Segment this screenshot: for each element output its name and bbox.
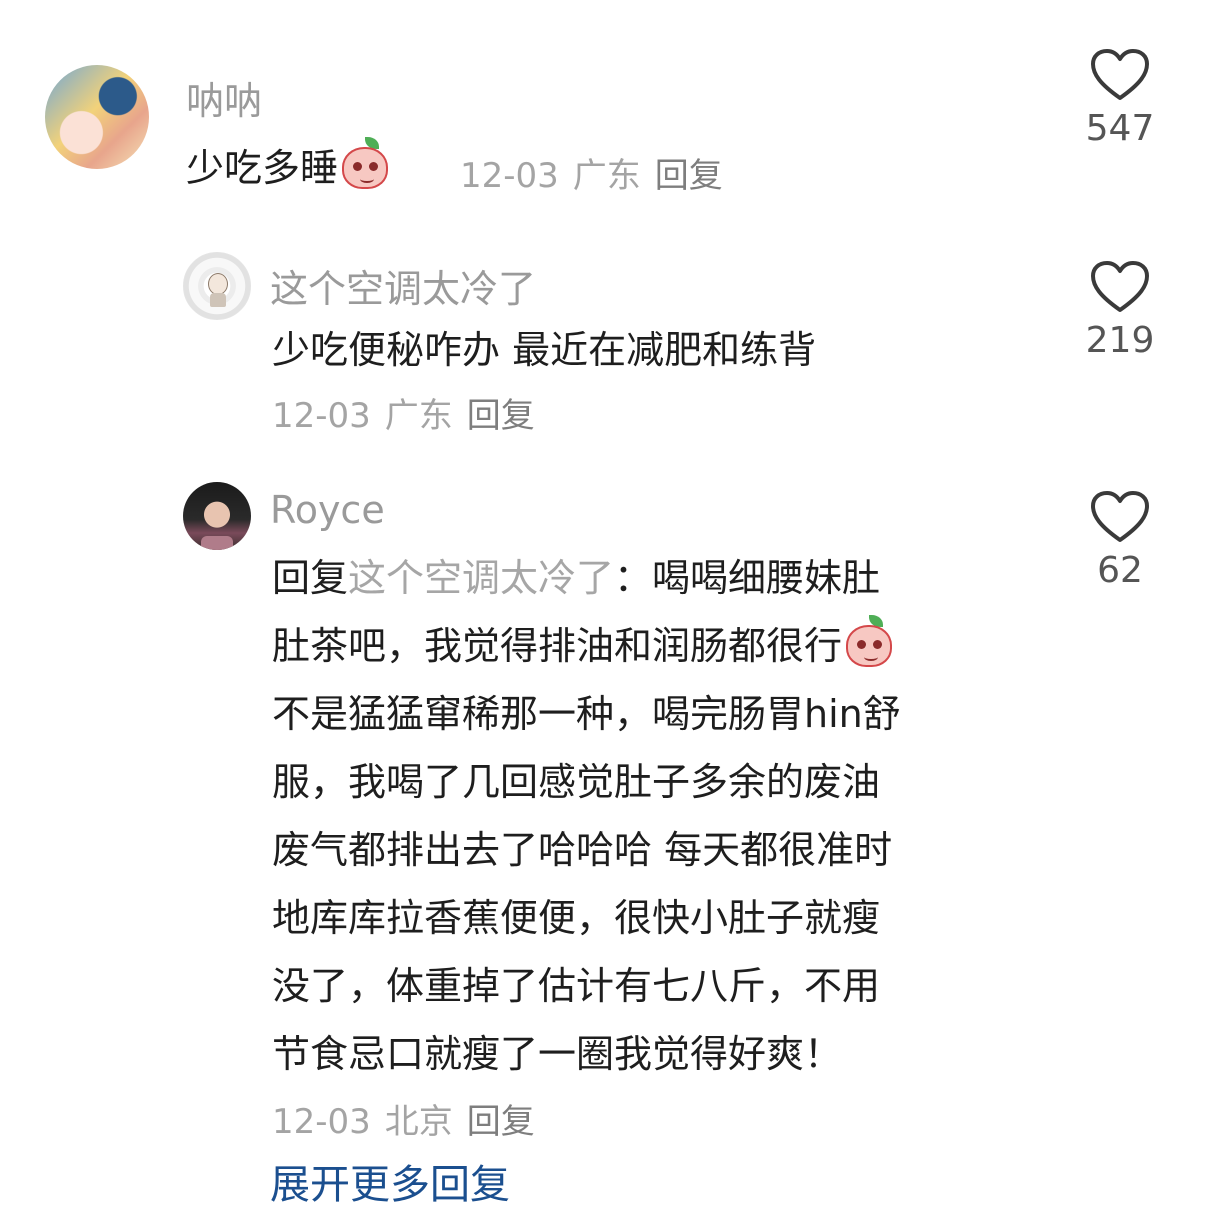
comment-text-line: 少吃便秘咋办 最近在减肥和练背 xyxy=(272,328,817,372)
comment-text-line: 不是猛猛窜稀那一种，喝完肠胃hin舒 xyxy=(272,692,901,736)
reply-button[interactable]: 回复 xyxy=(467,1102,535,1142)
comment-date: 12-03 xyxy=(272,396,371,436)
comment-location: 广东 xyxy=(572,156,641,196)
comment-text-line: 肚茶吧，我觉得排油和润肠都很行 xyxy=(272,612,901,680)
like-button[interactable]: 547 xyxy=(1070,48,1170,149)
comment-text-segment: ：喝喝细腰妹肚 xyxy=(614,556,881,600)
avatar[interactable] xyxy=(183,252,251,320)
username[interactable]: 呐呐 xyxy=(186,70,262,125)
comment-text-line: 回复这个空调太冷了：喝喝细腰妹肚 xyxy=(272,544,901,612)
reply-button[interactable]: 回复 xyxy=(655,156,723,196)
heart-outline-icon xyxy=(1091,49,1149,100)
comment-text: 少吃便秘咋办 最近在减肥和练背 xyxy=(272,316,816,384)
username[interactable]: 这个空调太冷了 xyxy=(270,258,536,313)
comment-text-line: 节食忌口就瘦了一圈我觉得好爽！ xyxy=(272,1032,843,1076)
comment-text-line: 服，我喝了几回感觉肚子多余的废油 xyxy=(272,760,881,804)
peach-emoji-icon xyxy=(338,137,392,191)
like-count: 547 xyxy=(1085,108,1155,149)
mention-link[interactable]: 这个空调太冷了 xyxy=(348,556,614,600)
expand-more-replies-button[interactable]: 展开更多回复 xyxy=(270,1152,510,1210)
comment-text-segment: 肚茶吧，我觉得排油和润肠都很行 xyxy=(272,624,843,668)
comment-text-line: 地库库拉香蕉便便，很快小肚子就瘦 xyxy=(272,896,881,940)
comment-text: 少吃多睡 xyxy=(186,134,392,202)
like-count: 219 xyxy=(1085,320,1155,361)
comment-text-line: 废气都排出去了哈哈哈 每天都很准时 xyxy=(272,828,893,872)
comment-meta: 12-03 北京 回复 xyxy=(272,1094,535,1143)
comment-text: 回复这个空调太冷了：喝喝细腰妹肚 肚茶吧，我觉得排油和润肠都很行 不是猛猛窜稀那… xyxy=(272,544,901,1088)
avatar[interactable] xyxy=(183,482,251,550)
comment-date: 12-03 xyxy=(272,1102,371,1142)
comment-meta: 12-03 广东 回复 xyxy=(272,388,535,437)
comment-text-line: 没了，体重掉了估计有七八斤，不用 xyxy=(272,964,881,1008)
comment-meta: 12-03 广东 回复 xyxy=(460,148,723,197)
username[interactable]: Royce xyxy=(270,488,385,532)
like-button[interactable]: 219 xyxy=(1070,260,1170,361)
reply-prefix: 回复 xyxy=(272,556,349,600)
comment-text-line: 少吃多睡 xyxy=(186,146,339,190)
heart-outline-icon xyxy=(1091,491,1149,542)
like-button[interactable]: 62 xyxy=(1070,490,1170,591)
comment-location: 广东 xyxy=(384,396,453,436)
heart-outline-icon xyxy=(1091,261,1149,312)
peach-emoji-icon xyxy=(842,615,896,669)
avatar[interactable] xyxy=(45,65,149,169)
comment-location: 北京 xyxy=(384,1102,453,1142)
like-count: 62 xyxy=(1097,550,1143,591)
reply-button[interactable]: 回复 xyxy=(467,396,535,436)
comment-date: 12-03 xyxy=(460,156,559,196)
